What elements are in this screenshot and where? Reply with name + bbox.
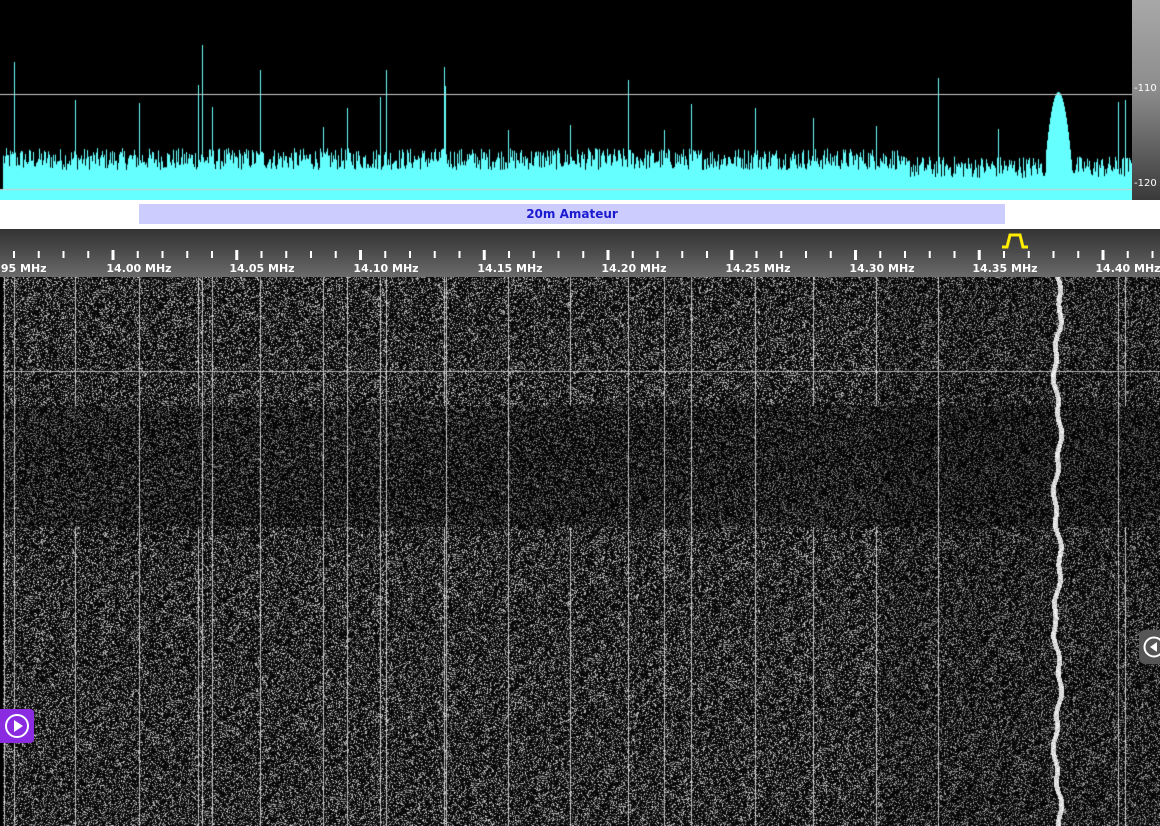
freq-label-14-25: 14.25 MHz — [725, 262, 791, 275]
freq-label-14-05: 14.05 MHz — [229, 262, 295, 275]
db-scale — [1132, 0, 1160, 200]
waterfall-display[interactable] — [0, 277, 1160, 826]
play-button[interactable] — [0, 709, 34, 743]
band-label-20m[interactable]: 20m Amateur — [139, 204, 1005, 224]
freq-label-14-00: 14.00 MHz — [106, 262, 172, 275]
spectrum-display[interactable] — [0, 0, 1132, 200]
freq-label-13-95: 13.95 MHz — [0, 262, 47, 275]
db-label-110: -110 — [1134, 83, 1157, 94]
freq-label-14-15: 14.15 MHz — [477, 262, 543, 275]
collapse-panel-button[interactable] — [1139, 630, 1160, 664]
freq-label-14-20: 14.20 MHz — [601, 262, 667, 275]
db-label-120: -120 — [1134, 178, 1157, 189]
freq-label-14-30: 14.30 MHz — [849, 262, 915, 275]
freq-label-14-35: 14.35 MHz — [972, 262, 1038, 275]
frequency-scale[interactable]: 13.95 MHz 14.00 MHz 14.05 MHz 14.10 MHz … — [0, 229, 1160, 277]
play-circle-icon — [5, 714, 29, 738]
passband-marker-icon[interactable] — [1000, 231, 1030, 249]
freq-label-14-40: 14.40 MHz — [1095, 262, 1160, 275]
chevron-left-circle-icon — [1143, 636, 1160, 658]
freq-label-14-10: 14.10 MHz — [353, 262, 419, 275]
